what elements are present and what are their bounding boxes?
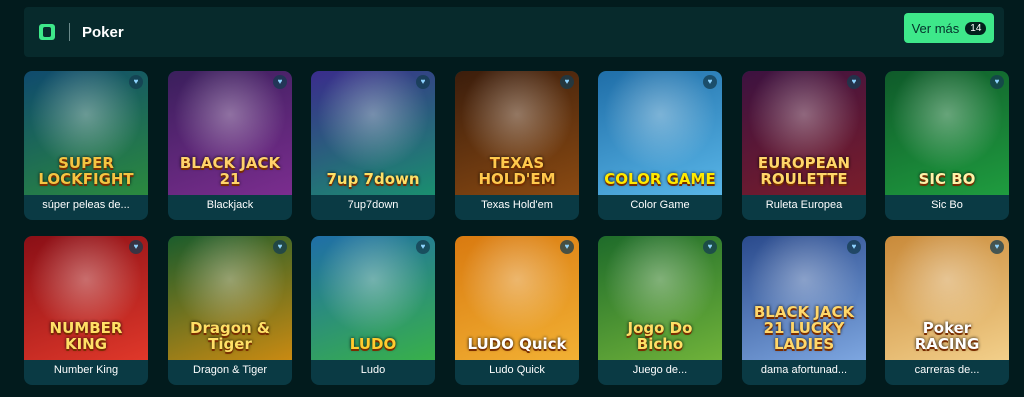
see-more-count-badge: 14 [965, 21, 987, 35]
game-logo-art: COLOR GAME [604, 170, 716, 188]
game-title: Number King [53, 364, 119, 376]
game-logo-art: Jogo Do Bicho [627, 319, 693, 353]
game-card[interactable]: BLACK JACK 21 LUCKY LADIES ♥ dama afortuna… [742, 236, 866, 385]
favorite-heart-icon[interactable]: ♥ [847, 240, 861, 254]
game-logo-art: EUROPEAN ROULETTE [757, 154, 851, 188]
game-thumbnail[interactable]: 7up 7down ♥ [311, 71, 435, 195]
favorite-heart-icon[interactable]: ♥ [560, 240, 574, 254]
header-divider [69, 23, 70, 41]
game-logo-art: NUMBER KING [49, 319, 123, 353]
game-title: Ludo [360, 364, 386, 376]
game-title: Blackjack [206, 199, 254, 211]
game-thumbnail[interactable]: LUDO ♥ [311, 236, 435, 360]
favorite-heart-icon[interactable]: ♥ [703, 240, 717, 254]
game-thumbnail[interactable]: Jogo Do Bicho ♥ [598, 236, 722, 360]
game-thumbnail[interactable]: SUPER LOCKFIGHT ♥ [24, 71, 148, 195]
game-title: 7up7down [347, 199, 399, 211]
game-card[interactable]: BLACK JACK 21 ♥ Blackjack [168, 71, 292, 220]
game-thumbnail[interactable]: NUMBER KING ♥ [24, 236, 148, 360]
game-thumbnail[interactable]: EUROPEAN ROULETTE ♥ [742, 71, 866, 195]
favorite-heart-icon[interactable]: ♥ [560, 75, 574, 89]
game-logo-art: Dragon & Tiger [190, 319, 270, 353]
game-card[interactable]: Jogo Do Bicho ♥ Juego de... [598, 236, 722, 385]
game-logo-art: LUDO Quick [467, 335, 567, 353]
game-title: Color Game [630, 199, 690, 211]
game-thumbnail[interactable]: BLACK JACK 21 LUCKY LADIES ♥ [742, 236, 866, 360]
favorite-heart-icon[interactable]: ♥ [129, 240, 143, 254]
game-title: súper peleas de... [42, 199, 130, 211]
game-thumbnail[interactable]: TEXAS HOLD'EM ♥ [455, 71, 579, 195]
game-card[interactable]: SUPER LOCKFIGHT ♥ súper peleas de... [24, 71, 148, 220]
game-logo-art: BLACK JACK 21 [179, 154, 281, 188]
game-title: Sic Bo [931, 199, 963, 211]
game-thumbnail[interactable]: COLOR GAME ♥ [598, 71, 722, 195]
game-title: Juego de... [632, 364, 688, 376]
game-card[interactable]: LUDO Quick ♥ Ludo Quick [455, 236, 579, 385]
favorite-heart-icon[interactable]: ♥ [847, 75, 861, 89]
game-logo-art: SIC BO [918, 170, 976, 188]
favorite-heart-icon[interactable]: ♥ [990, 75, 1004, 89]
poker-category-icon [39, 24, 55, 40]
game-title: Ruleta Europea [765, 199, 843, 211]
game-card[interactable]: COLOR GAME ♥ Color Game [598, 71, 722, 220]
game-title: Texas Hold'em [481, 199, 553, 211]
game-card[interactable]: Poker RACING ♥ carreras de... [885, 236, 1009, 385]
game-thumbnail[interactable]: Poker RACING ♥ [885, 236, 1009, 360]
game-title: Ludo Quick [489, 364, 545, 376]
favorite-heart-icon[interactable]: ♥ [416, 240, 430, 254]
game-thumbnail[interactable]: SIC BO ♥ [885, 71, 1009, 195]
favorite-heart-icon[interactable]: ♥ [416, 75, 430, 89]
game-card[interactable]: Dragon & Tiger ♥ Dragon & Tiger [168, 236, 292, 385]
favorite-heart-icon[interactable]: ♥ [273, 75, 287, 89]
game-title: carreras de... [914, 364, 980, 376]
favorite-heart-icon[interactable]: ♥ [990, 240, 1004, 254]
game-card[interactable]: EUROPEAN ROULETTE ♥ Ruleta Europea [742, 71, 866, 220]
game-logo-art: TEXAS HOLD'EM [478, 154, 556, 188]
game-card[interactable]: 7up 7down ♥ 7up7down [311, 71, 435, 220]
game-thumbnail[interactable]: Dragon & Tiger ♥ [168, 236, 292, 360]
game-card[interactable]: NUMBER KING ♥ Number King [24, 236, 148, 385]
see-more-button[interactable]: Ver más 14 [904, 13, 994, 43]
game-card[interactable]: SIC BO ♥ Sic Bo [885, 71, 1009, 220]
game-title: dama afortunad... [760, 364, 848, 376]
game-thumbnail[interactable]: BLACK JACK 21 ♥ [168, 71, 292, 195]
favorite-heart-icon[interactable]: ♥ [273, 240, 287, 254]
game-logo-art: Poker RACING [914, 319, 980, 353]
game-logo-art: 7up 7down [326, 170, 420, 188]
favorite-heart-icon[interactable]: ♥ [129, 75, 143, 89]
game-thumbnail[interactable]: LUDO Quick ♥ [455, 236, 579, 360]
see-more-label: Ver más [911, 20, 960, 36]
section-header: Poker Ver más 14 [24, 7, 1004, 57]
game-logo-art: LUDO [349, 335, 397, 353]
game-title: Dragon & Tiger [193, 364, 267, 376]
game-card[interactable]: LUDO ♥ Ludo [311, 236, 435, 385]
section-title: Poker [82, 23, 124, 41]
favorite-heart-icon[interactable]: ♥ [703, 75, 717, 89]
game-card[interactable]: TEXAS HOLD'EM ♥ Texas Hold'em [455, 71, 579, 220]
game-logo-art: SUPER LOCKFIGHT [38, 154, 134, 188]
game-logo-art: BLACK JACK 21 LUCKY LADIES [753, 303, 855, 353]
